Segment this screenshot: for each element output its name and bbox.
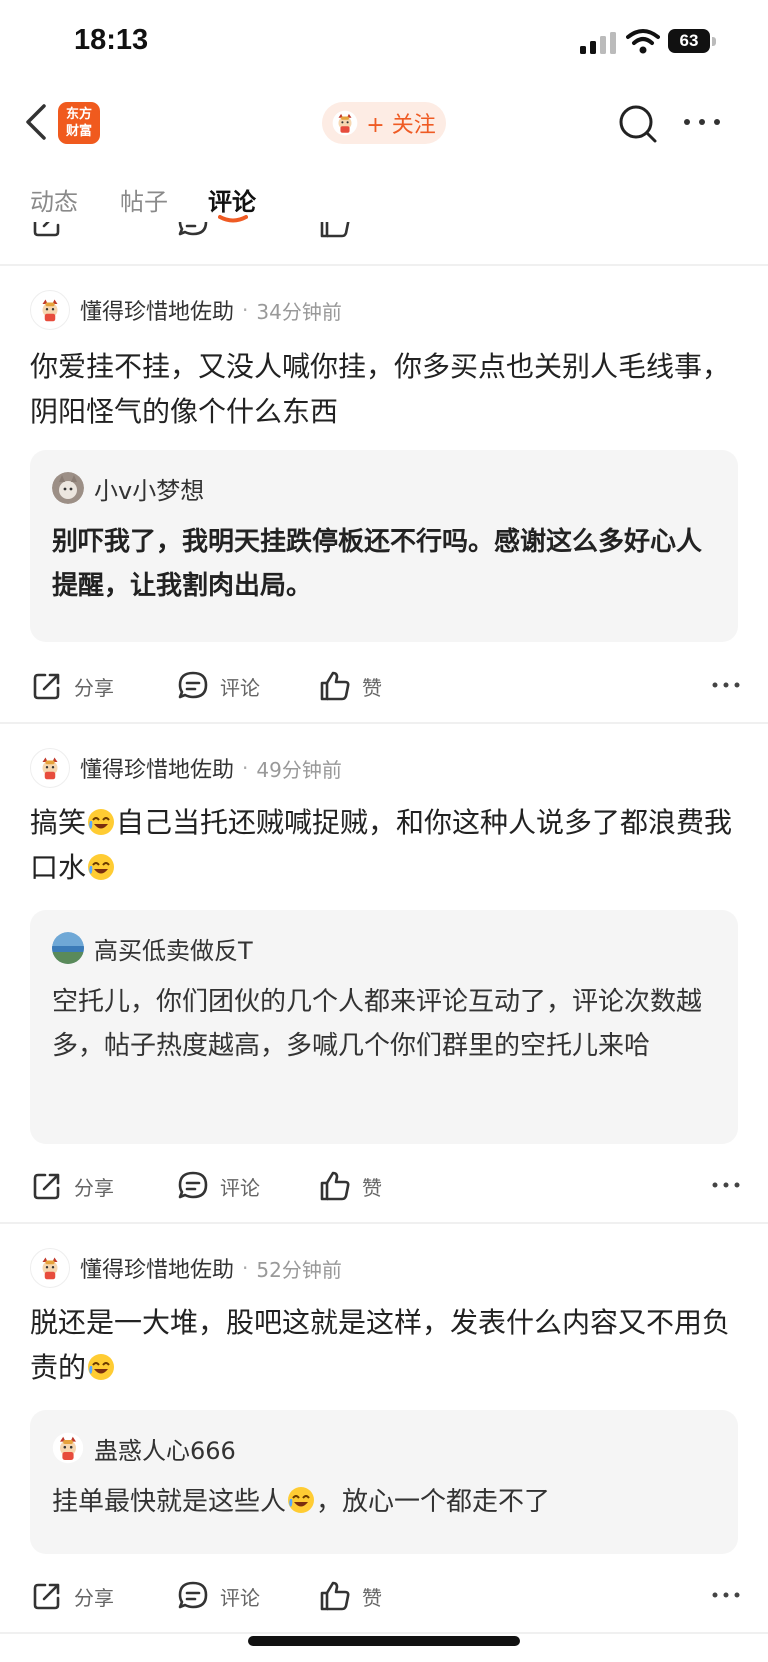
more-options-icon[interactable] <box>712 680 740 690</box>
avatar <box>52 1432 84 1464</box>
divider <box>0 722 768 724</box>
timestamp: 52分钟前 <box>256 1257 342 1282</box>
comment-text[interactable]: 脱还是一大堆，股吧这就是这样，发表什么内容又不用负责的 <box>30 1300 740 1390</box>
mascot-icon <box>35 753 65 783</box>
quoted-author: 高买低卖做反T <box>94 936 253 965</box>
divider <box>0 1222 768 1224</box>
comment-button[interactable]: 评论 <box>176 1576 260 1616</box>
comment-icon <box>176 669 210 703</box>
share-icon <box>30 1579 64 1613</box>
divider <box>0 1632 768 1634</box>
quoted-post[interactable]: 小v小梦想 别吓我了，我明天挂跌停板还不行吗。感谢这么多好心人提醒，让我割肉出局… <box>30 450 738 642</box>
share-button[interactable]: 分享 <box>30 1576 114 1616</box>
quoted-post[interactable]: 高买低卖做反T 空托儿，你们团伙的几个人都来评论互动了，评论次数越多，帖子热度越… <box>30 910 738 1144</box>
comment-text[interactable]: 你爱挂不挂，又没人喊你挂，你多买点也关别人毛线事，阴阳怪气的像个什么东西 <box>30 344 740 434</box>
back-arrow-icon[interactable] <box>22 102 52 142</box>
quoted-text: 空托儿，你们团伙的几个人都来评论互动了，评论次数越多，帖子热度越高，多喊几个你们… <box>52 987 703 1061</box>
laugh-cry-emoji-icon <box>286 1485 316 1515</box>
share-icon <box>30 1169 64 1203</box>
more-options-icon[interactable] <box>712 1180 740 1190</box>
author-name[interactable]: 懂得珍惜地佐助 <box>80 752 234 784</box>
timestamp: 49分钟前 <box>256 757 342 782</box>
tab-dynamics[interactable]: 动态 <box>30 182 78 217</box>
divider <box>0 264 768 266</box>
laugh-cry-emoji-icon <box>86 1352 116 1382</box>
mascot-icon <box>332 110 358 136</box>
share-button[interactable]: 分享 <box>30 1166 114 1206</box>
quoted-author: 小v小梦想 <box>94 476 205 505</box>
like-icon <box>318 1169 352 1203</box>
status-bar: 18:13 63 <box>0 0 768 86</box>
comment-meta: 懂得珍惜地佐助 · 34分钟前 <box>30 288 342 332</box>
mascot-icon <box>35 295 65 325</box>
home-indicator[interactable] <box>248 1636 520 1646</box>
avatar[interactable] <box>30 748 70 788</box>
quoted-text: 别吓我了，我明天挂跌停板还不行吗。感谢这么多好心人提醒，让我割肉出局。 <box>52 527 703 601</box>
quoted-text: 挂单最快就是这些人 ，放心一个都走不了 <box>52 1485 551 1517</box>
share-icon <box>30 669 64 703</box>
action-bar: 分享 评论 赞 <box>30 1166 740 1206</box>
like-button[interactable]: 赞 <box>318 1166 382 1206</box>
action-bar: 分享 评论 赞 <box>30 666 740 706</box>
comment-icon <box>176 222 210 240</box>
timestamp: 34分钟前 <box>256 299 342 324</box>
like-icon <box>318 669 352 703</box>
share-icon <box>30 222 64 240</box>
comment-icon <box>176 1579 210 1613</box>
app-logo[interactable]: 东方 财富 <box>58 102 100 144</box>
author-name[interactable]: 懂得珍惜地佐助 <box>80 294 234 326</box>
tab-posts[interactable]: 帖子 <box>120 182 168 217</box>
search-icon[interactable] <box>618 104 658 144</box>
author-name[interactable]: 懂得珍惜地佐助 <box>80 1252 234 1284</box>
like-button[interactable]: 赞 <box>318 1576 382 1616</box>
comment-icon <box>176 1169 210 1203</box>
wifi-icon <box>626 29 660 54</box>
mascot-icon <box>35 1253 65 1283</box>
laugh-cry-emoji-icon <box>86 852 116 882</box>
avatar <box>52 932 84 964</box>
profile-tabs: 动态 帖子 评论 <box>0 176 768 226</box>
like-button[interactable]: 赞 <box>318 666 382 706</box>
mascot-icon <box>52 1432 84 1464</box>
follow-button[interactable]: + 关注 <box>322 102 446 144</box>
avatar[interactable] <box>30 290 70 330</box>
comment-meta: 懂得珍惜地佐助 · 52分钟前 <box>30 1246 342 1290</box>
avatar <box>52 472 84 504</box>
nav-header: 东方 财富 + 关注 <box>0 90 768 156</box>
status-time: 18:13 <box>74 24 149 56</box>
cellular-signal-icon <box>580 32 616 54</box>
comment-meta: 懂得珍惜地佐助 · 49分钟前 <box>30 746 342 790</box>
battery-level: 63 <box>668 29 710 53</box>
comment-text[interactable]: 搞笑 自己当托还贼喊捉贼，和你这种人说多了都浪费我口水 <box>30 800 740 890</box>
share-button[interactable]: 分享 <box>30 666 114 706</box>
tab-comments[interactable]: 评论 <box>208 182 256 217</box>
comment-button[interactable]: 评论 <box>176 666 260 706</box>
more-options-icon[interactable] <box>682 116 722 128</box>
action-bar: 分享 评论 赞 <box>30 1576 740 1616</box>
battery-icon: 63 <box>668 29 718 54</box>
like-icon <box>318 222 352 240</box>
quoted-post[interactable]: 蛊惑人心666 挂单最快就是这些人 ，放心一个都走不了 <box>30 1410 738 1554</box>
laugh-cry-emoji-icon <box>86 807 116 837</box>
like-icon <box>318 1579 352 1613</box>
scrolled-action-row <box>0 222 768 242</box>
avatar[interactable] <box>30 1248 70 1288</box>
more-options-icon[interactable] <box>712 1590 740 1600</box>
comment-button[interactable]: 评论 <box>176 1166 260 1206</box>
quoted-author: 蛊惑人心666 <box>94 1436 236 1465</box>
